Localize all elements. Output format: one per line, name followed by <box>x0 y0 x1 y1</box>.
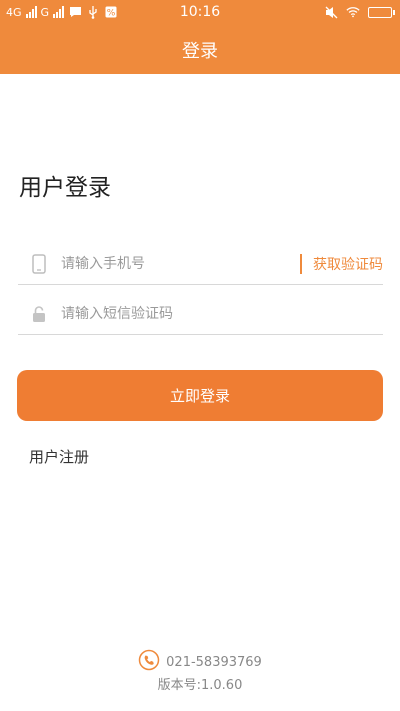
phone-input[interactable] <box>61 249 300 279</box>
login-screen: 4G G % 10:16 登录 用户登录 请输入手机号 获取验证码 请输入短信验… <box>0 0 400 711</box>
footer: 021-58393769 版本号:1.0.60 <box>0 649 400 693</box>
battery-icon <box>368 6 395 18</box>
phone-field-row: 获取验证码 <box>18 244 383 285</box>
get-code-button[interactable]: 获取验证码 <box>300 254 383 274</box>
sms-code-input[interactable] <box>61 299 383 329</box>
status-right <box>324 5 395 19</box>
page-title: 登录 <box>182 41 218 62</box>
code-field-row <box>18 294 383 335</box>
mobile-phone-icon <box>29 254 49 274</box>
register-link[interactable]: 用户注册 <box>29 446 89 467</box>
lock-icon <box>29 304 49 324</box>
phone-call-icon <box>138 649 160 675</box>
mute-icon <box>324 5 338 19</box>
service-phone-number[interactable]: 021-58393769 <box>166 655 262 670</box>
app-header: 4G G % 10:16 登录 <box>0 0 400 74</box>
login-heading: 用户登录 <box>19 175 111 201</box>
wifi-icon <box>346 5 360 19</box>
status-bar: 4G G % 10:16 <box>0 0 400 26</box>
login-button[interactable]: 立即登录 <box>17 370 383 421</box>
version-label: 版本号:1.0.60 <box>157 678 243 693</box>
footer-phone-row: 021-58393769 <box>0 649 400 675</box>
